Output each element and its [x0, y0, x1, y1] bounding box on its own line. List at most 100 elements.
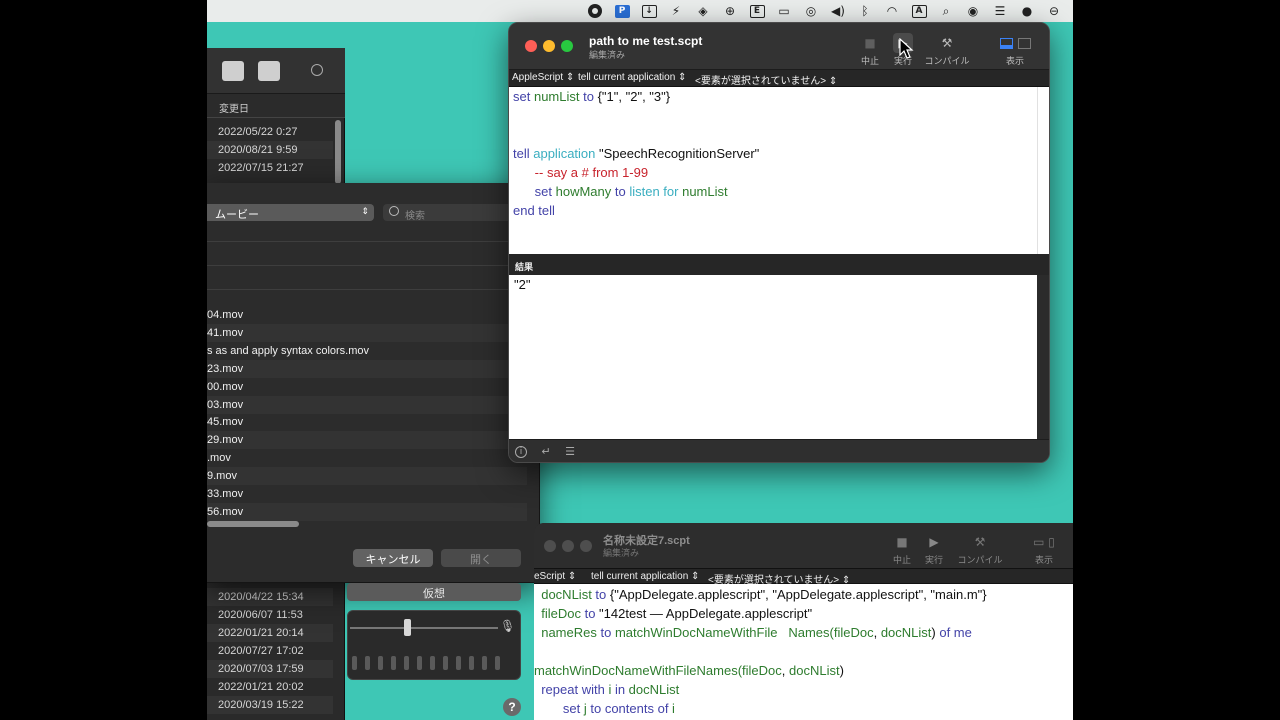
zoom-button[interactable]	[580, 540, 592, 552]
minimize-button[interactable]	[543, 40, 555, 52]
bolt-icon[interactable]: ⚡	[667, 3, 685, 19]
language-label: AppleScript	[512, 72, 564, 83]
list-icon[interactable]: ☰	[563, 445, 577, 459]
code-token: )	[839, 663, 844, 678]
compile-button[interactable]: ⚒ コンパイル	[955, 531, 1005, 567]
tag-icon[interactable]	[222, 61, 244, 81]
cancel-button[interactable]: キャンセル	[353, 549, 433, 567]
airdrop-icon[interactable]: ◎	[802, 3, 820, 19]
code-token: in	[611, 682, 629, 697]
open-button[interactable]: 開く	[441, 549, 521, 567]
close-button[interactable]	[525, 40, 537, 52]
finder-scrollbar[interactable]	[335, 120, 341, 184]
column-header-modified[interactable]: 変更日	[207, 94, 345, 118]
date-cell: 2020/07/03 17:59	[207, 660, 333, 678]
close-button[interactable]	[544, 540, 556, 552]
bluetooth-icon[interactable]: ᛒ	[856, 3, 874, 19]
menu-extra-icon[interactable]: ⊖	[1045, 3, 1063, 19]
file-row[interactable]: 00.mov	[207, 378, 527, 396]
level-bar	[443, 656, 448, 670]
code-token: {"1", "2", "3"}	[597, 89, 671, 104]
file-row[interactable]: 56.mov	[207, 502, 527, 521]
code-line: tell application "SpeechRecognitionServe…	[513, 144, 1049, 163]
code-line: matchWinDocNameWithFileNames(fileDoc, do…	[534, 661, 1073, 680]
code-token: to	[586, 701, 605, 716]
search-input[interactable]: 検索	[383, 204, 513, 222]
siri-icon[interactable]: ●	[1018, 3, 1036, 19]
language-popup[interactable]: AppleScript ⇕	[512, 72, 574, 83]
volume-icon[interactable]: ◀)	[829, 3, 847, 19]
control-center-icon[interactable]: ☰	[991, 3, 1009, 19]
file-row[interactable]: 03.mov	[207, 395, 527, 414]
file-row[interactable]: 23.mov	[207, 359, 527, 378]
language-popup[interactable]: eScript ⇕	[534, 571, 576, 582]
edit-tags-icon[interactable]	[258, 61, 280, 81]
result-view[interactable]: "2"	[509, 275, 1037, 439]
script-editor[interactable]: set numList to {"1", "2", "3"} tell appli…	[509, 87, 1049, 254]
run-button[interactable]: ▶ 実行	[912, 531, 956, 567]
minimize-button[interactable]	[562, 540, 574, 552]
code-token: matchWinDocNameWithFileNames(	[534, 663, 743, 678]
file-row[interactable]: 9.mov	[207, 467, 527, 486]
globe-icon[interactable]: ⊕	[721, 3, 739, 19]
display-icon[interactable]: ▭	[775, 3, 793, 19]
letter-icon[interactable]: E	[748, 3, 766, 19]
date-cell: 2020/08/21 9:59	[207, 141, 333, 159]
editor-scrollbar[interactable]	[1037, 87, 1049, 254]
input-source-icon[interactable]: A	[910, 3, 928, 19]
menu-bar: P ↓ ⚡ ◈ ⊕ E ▭ ◎ ◀) ᛒ ◠ A ⌕ ◉ ☰ ● ⊖	[207, 0, 1073, 22]
result-scrollbar[interactable]	[1037, 275, 1049, 439]
code-line: -- say a # from 1-99	[513, 163, 1049, 182]
compile-button[interactable]: ⚒ コンパイル	[922, 32, 972, 68]
download-icon[interactable]: ↓	[640, 3, 658, 19]
level-bar	[495, 656, 500, 670]
element-popup[interactable]: <要素が選択されていません> ⇕	[695, 72, 837, 87]
target-label: tell current application	[591, 571, 689, 582]
file-row[interactable]: .mov	[207, 449, 527, 467]
file-row[interactable]: 41.mov	[207, 323, 527, 342]
target-popup[interactable]: tell current application ⇕	[591, 571, 699, 582]
horizontal-scrollbar[interactable]	[207, 521, 299, 527]
date-cell: 2020/03/19 15:22	[207, 696, 333, 714]
return-icon[interactable]: ↵	[539, 445, 553, 459]
navigation-bar: AppleScript ⇕ tell current application ⇕…	[509, 70, 1049, 87]
file-row[interactable]: 29.mov	[207, 431, 527, 450]
location-popup[interactable]: ムービー ⇕	[207, 204, 374, 221]
element-label: <要素が選択されていません>	[695, 76, 827, 87]
code-token: contents of	[604, 701, 673, 716]
code-token: end tell	[513, 203, 555, 218]
search-icon[interactable]: ⌕	[937, 3, 955, 19]
layers-icon[interactable]: ◈	[694, 3, 712, 19]
file-row[interactable]: s as and apply syntax colors.mov	[207, 342, 527, 360]
code-token: ,	[873, 625, 881, 640]
code-token: application	[533, 146, 596, 161]
record-icon[interactable]	[586, 3, 604, 19]
file-row[interactable]: 33.mov	[207, 485, 527, 503]
file-row[interactable]: 04.mov	[207, 306, 527, 324]
code-token: repeat with	[534, 682, 609, 697]
code-token: -- say a # from 1-99	[513, 165, 649, 180]
window-status: 編集済み	[603, 548, 640, 558]
level-bar	[378, 656, 383, 670]
zoom-button[interactable]	[561, 40, 573, 52]
finder-date-list: 2020/04/22 15:34 2020/06/07 11:53 2022/01/…	[207, 588, 333, 720]
window-titlebar: path to me test.scpt 編集済み ■中止 ▶実行 ⚒コンパイル…	[509, 23, 1049, 70]
help-button[interactable]: ?	[503, 698, 521, 716]
file-row[interactable]: 45.mov	[207, 413, 527, 431]
input-volume-slider[interactable]	[404, 619, 411, 636]
target-popup[interactable]: tell current application ⇕	[578, 72, 686, 83]
view-button[interactable]: ▭ ▯ 表示	[1022, 531, 1066, 567]
p-app-icon[interactable]: P	[613, 3, 631, 19]
user-icon[interactable]: ◉	[964, 3, 982, 19]
script-editor-2[interactable]: docNList to {"AppDelegate.applescript", …	[534, 584, 1073, 720]
wifi-icon[interactable]: ◠	[883, 3, 901, 19]
code-token: set	[513, 89, 534, 104]
level-bar	[404, 656, 409, 670]
code-token: matchWinDocNameWithFile Names(	[614, 625, 834, 640]
view-button[interactable]: 表示	[993, 32, 1037, 68]
compile-label: コンパイル	[957, 555, 1003, 565]
code-token: fileDoc	[742, 663, 782, 678]
search-icon[interactable]	[311, 64, 323, 76]
dictation-label[interactable]: 仮想	[347, 583, 521, 601]
info-icon[interactable]: i	[515, 446, 527, 458]
